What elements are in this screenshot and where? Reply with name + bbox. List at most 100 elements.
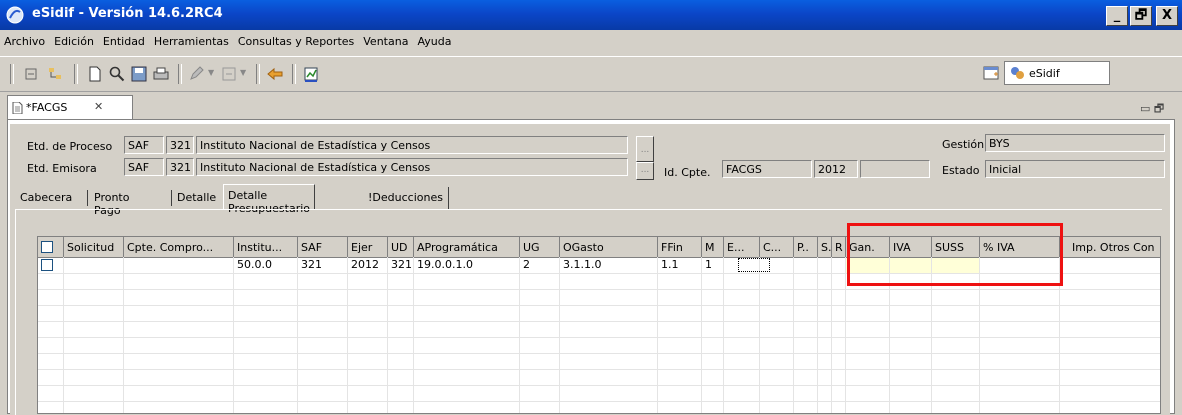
perspective-esidif[interactable]: eSidif [1004,61,1110,85]
close-button[interactable]: X [1156,6,1178,26]
id-cpte-tipo-field[interactable]: FACGS [722,160,812,178]
column-header[interactable]: S. [818,237,832,257]
highlight-box [847,223,1063,286]
column-line [701,257,702,413]
tab-cabecera[interactable]: Cabecera [16,187,76,209]
window-title: eSidif - Versión 14.6.2RC4 [32,6,223,21]
select-all-column[interactable] [38,237,64,257]
back-arrow-icon[interactable] [266,65,284,83]
column-header[interactable]: Imp. Otros Con [1060,237,1160,257]
row-line [38,289,1160,290]
dropdown-arrow-icon[interactable]: ▼ [208,68,214,77]
column-header[interactable]: FFin [658,237,702,257]
table-cell[interactable]: 2 [520,258,530,273]
row-checkbox[interactable] [41,259,53,271]
menu-consultas[interactable]: Consultas y Reportes [234,31,359,48]
column-header[interactable]: Solicitud [64,237,124,257]
row-line [38,353,1160,354]
table-cell[interactable]: 2012 [348,258,379,273]
table-cell[interactable]: 1 [702,258,712,273]
column-line [347,257,348,413]
collapse-icon[interactable] [22,65,40,83]
column-header[interactable]: P.. [794,237,818,257]
column-header[interactable]: OGasto [560,237,658,257]
etd-proceso-lookup-button[interactable]: ... [636,136,654,162]
menu-ventana[interactable]: Ventana [359,31,413,48]
column-header[interactable]: UG [520,237,560,257]
perspective-icon [1011,67,1024,79]
menu-edicion[interactable]: Edición [50,31,99,48]
column-line [413,257,414,413]
column-line [657,257,658,413]
etd-emisora-lookup-button[interactable]: ... [636,162,654,180]
column-line [831,257,832,413]
column-header[interactable]: AProgramática [414,237,520,257]
column-line [387,257,388,413]
open-perspective-icon[interactable] [982,64,1000,82]
column-header[interactable]: Cpte. Compro... [124,237,234,257]
dropdown-arrow-icon[interactable]: ▼ [240,68,246,77]
id-cpte-anio-field[interactable]: 2012 [814,160,858,178]
column-header[interactable]: C... [760,237,794,257]
title-bar: eSidif - Versión 14.6.2RC4 _ 🗗 X [0,0,1182,30]
menu-archivo[interactable]: Archivo [0,31,50,48]
table-cell[interactable]: 50.0.0 [234,258,272,273]
edit-icon[interactable] [188,65,206,83]
column-header[interactable]: Ejer [348,237,388,257]
menu-entidad[interactable]: Entidad [99,31,150,48]
save-icon[interactable] [130,65,148,83]
column-line [793,257,794,413]
print-icon[interactable] [152,65,170,83]
table-cell[interactable]: 321 [298,258,322,273]
row-line [38,321,1160,322]
column-line [63,257,64,413]
gestion-field[interactable]: BYS [985,134,1165,152]
maximize-button[interactable]: 🗗 [1130,6,1152,26]
nav-icon[interactable] [220,65,238,83]
row-line [38,385,1160,386]
etd-proceso-tipo-field[interactable]: SAF [124,136,164,154]
column-header[interactable]: E... [724,237,760,257]
select-all-checkbox[interactable] [41,241,53,253]
table-cell[interactable]: 321 [388,258,412,273]
tab-detalle-presupuestario[interactable]: Detalle Presupuestario [223,184,316,215]
etd-emisora-nombre-field[interactable]: Instituto Nacional de Estadística y Cens… [196,158,628,176]
table-cell[interactable]: 1.1 [658,258,679,273]
menu-ayuda[interactable]: Ayuda [413,31,456,48]
row-line [38,337,1160,338]
tab-pronto-pago[interactable]: Pronto Pago [90,187,133,217]
search-icon[interactable] [108,65,126,83]
id-cpte-numero-field[interactable] [860,160,930,178]
column-header[interactable]: SAF [298,237,348,257]
tab-deducciones[interactable]: !Deducciones [364,187,447,209]
menu-herramientas[interactable]: Herramientas [150,31,234,48]
etd-proceso-nombre-field[interactable]: Instituto Nacional de Estadística y Cens… [196,136,628,154]
minimize-maximize-icons[interactable]: ▭ 🗗 [1140,100,1164,119]
editor-tab-facgs[interactable]: *FACGS ✕ [7,95,133,119]
column-line [723,257,724,413]
menu-bar: Archivo Edición Entidad Herramientas Consult… [0,31,1182,53]
perspective-label: eSidif [1029,67,1060,80]
column-line [123,257,124,413]
column-header[interactable]: Institu... [234,237,298,257]
table-cell[interactable]: 19.0.0.1.0 [414,258,473,273]
tab-detalle[interactable]: Detalle [173,187,220,209]
column-header[interactable]: M [702,237,724,257]
toolbar-separator [178,64,182,84]
etd-emisora-label: Etd. Emisora [27,162,97,175]
report-icon[interactable] [302,65,320,83]
estado-field[interactable]: Inicial [985,160,1165,178]
column-header[interactable]: R [832,237,846,257]
close-tab-icon[interactable]: ✕ [94,100,103,113]
etd-emisora-tipo-field[interactable]: SAF [124,158,164,176]
etd-emisora-codigo-field[interactable]: 321 [166,158,194,176]
table-cell[interactable]: 3.1.1.0 [560,258,601,273]
column-header[interactable]: UD [388,237,414,257]
tree-icon[interactable] [46,65,64,83]
id-cpte-label: Id. Cpte. [664,166,711,179]
column-line [759,257,760,413]
minimize-button[interactable]: _ [1106,6,1128,26]
focused-cell[interactable] [738,258,770,272]
new-document-icon[interactable] [86,65,104,83]
etd-proceso-codigo-field[interactable]: 321 [166,136,194,154]
